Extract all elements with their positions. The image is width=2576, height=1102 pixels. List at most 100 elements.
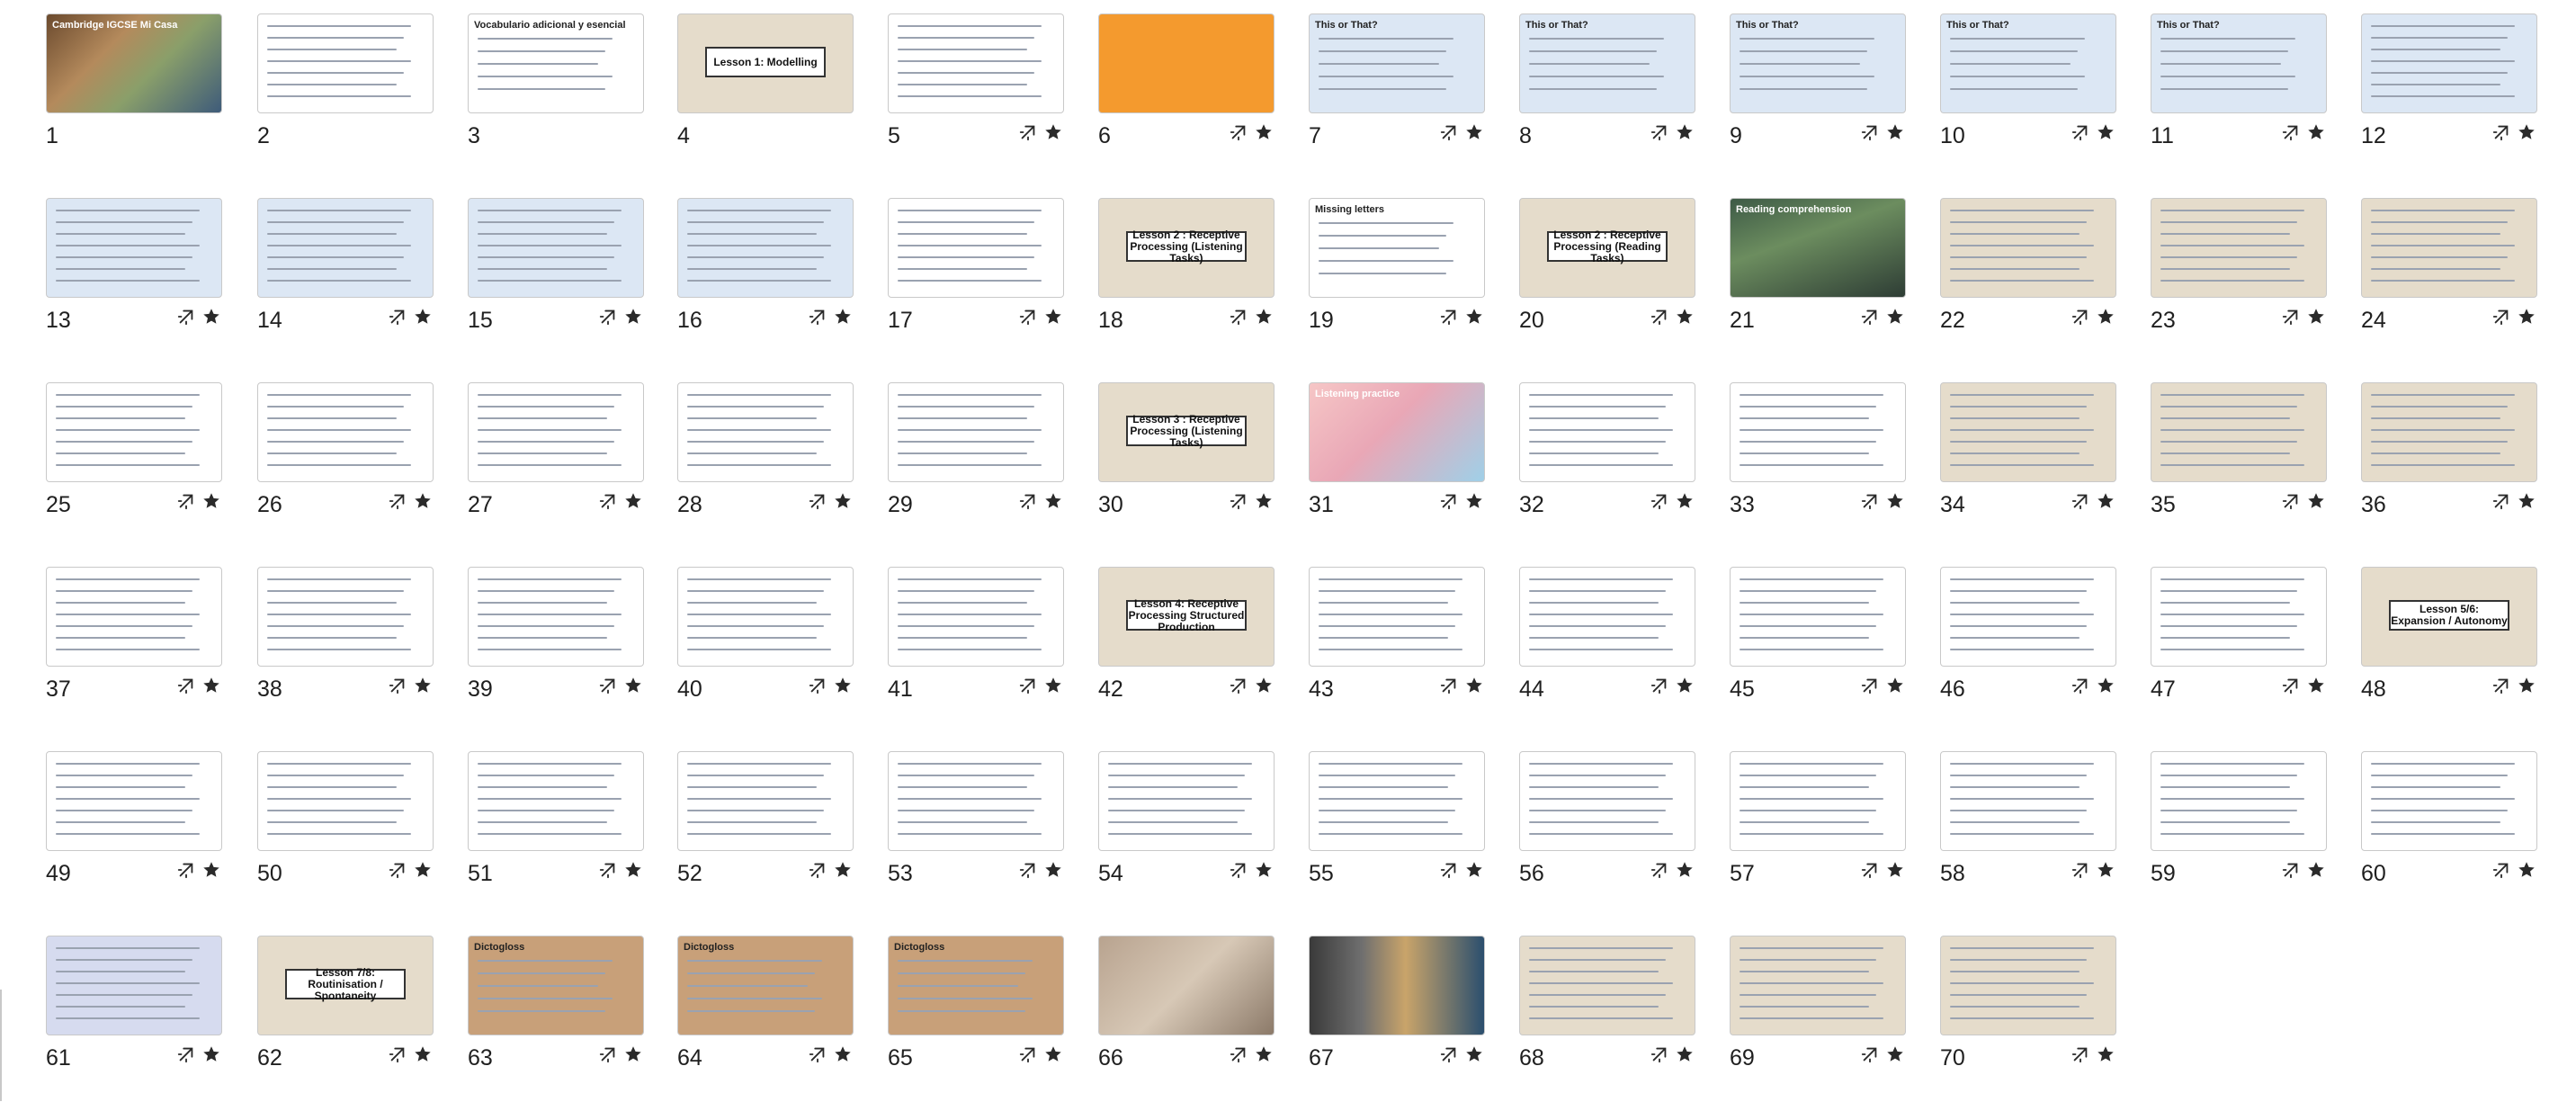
favorite-star-icon[interactable] [2517,122,2536,142]
slide-thumbnail[interactable] [1730,751,1906,851]
transition-icon[interactable] [1860,491,1880,511]
transition-icon[interactable] [2071,860,2090,880]
transition-icon[interactable] [388,307,407,327]
transition-icon[interactable] [2281,491,2301,511]
slide-thumbnail[interactable] [2361,13,2537,113]
transition-icon[interactable] [2281,860,2301,880]
slide-thumbnail[interactable] [2151,567,2327,667]
slide-thumbnail[interactable] [46,382,222,482]
transition-icon[interactable] [1018,860,1038,880]
transition-icon[interactable] [2071,676,2090,695]
transition-icon[interactable] [176,307,196,327]
slide-thumbnail[interactable] [257,13,434,113]
slide-thumbnail[interactable]: Lesson 7/8: Routinisation / Spontaneity [257,936,434,1035]
slide-thumbnail[interactable]: Lesson 2 : Receptive Processing (Reading… [1519,198,1695,298]
transition-icon[interactable] [1439,307,1459,327]
transition-icon[interactable] [2491,307,2511,327]
slide-thumbnail[interactable] [1519,751,1695,851]
transition-icon[interactable] [2491,122,2511,142]
transition-icon[interactable] [1860,1044,1880,1064]
transition-icon[interactable] [2071,122,2090,142]
transition-icon[interactable] [2281,676,2301,695]
transition-icon[interactable] [176,676,196,695]
transition-icon[interactable] [2491,676,2511,695]
slide-thumbnail[interactable] [2151,198,2327,298]
slide-thumbnail[interactable] [677,382,854,482]
slide-thumbnail[interactable] [257,567,434,667]
transition-icon[interactable] [1229,122,1248,142]
slide-thumbnail[interactable] [1940,198,2116,298]
transition-icon[interactable] [2491,491,2511,511]
transition-icon[interactable] [388,860,407,880]
slide-thumbnail[interactable] [1730,936,1906,1035]
transition-icon[interactable] [1439,122,1459,142]
slide-thumbnail[interactable] [677,198,854,298]
slide-thumbnail[interactable] [2361,382,2537,482]
transition-icon[interactable] [1650,676,1669,695]
transition-icon[interactable] [1018,307,1038,327]
slide-thumbnail[interactable]: This or That? [1730,13,1906,113]
transition-icon[interactable] [808,307,827,327]
transition-icon[interactable] [1860,122,1880,142]
slide-thumbnail[interactable] [1730,382,1906,482]
slide-thumbnail[interactable] [1519,567,1695,667]
slide-thumbnail[interactable] [1098,751,1275,851]
slide-thumbnail[interactable] [1098,13,1275,113]
slide-thumbnail[interactable] [1940,382,2116,482]
transition-icon[interactable] [1650,307,1669,327]
transition-icon[interactable] [808,1044,827,1064]
slide-thumbnail[interactable]: Lesson 1: Modelling [677,13,854,113]
slide-thumbnail[interactable] [888,198,1064,298]
slide-thumbnail[interactable] [2151,751,2327,851]
transition-icon[interactable] [808,860,827,880]
slide-thumbnail[interactable]: Vocabulario adicional y esencial [468,13,644,113]
transition-icon[interactable] [176,860,196,880]
slide-thumbnail[interactable]: Lesson 3 : Receptive Processing (Listeni… [1098,382,1275,482]
transition-icon[interactable] [2071,307,2090,327]
transition-icon[interactable] [598,1044,618,1064]
transition-icon[interactable] [1229,676,1248,695]
slide-thumbnail[interactable] [1940,936,2116,1035]
slide-thumbnail[interactable] [468,751,644,851]
slide-thumbnail[interactable] [1098,936,1275,1035]
slide-thumbnail[interactable] [468,382,644,482]
transition-icon[interactable] [808,491,827,511]
slide-thumbnail[interactable] [888,382,1064,482]
slide-thumbnail[interactable] [2361,751,2537,851]
transition-icon[interactable] [1439,860,1459,880]
transition-icon[interactable] [2071,1044,2090,1064]
slide-thumbnail[interactable] [1309,567,1485,667]
favorite-star-icon[interactable] [2096,1044,2115,1064]
transition-icon[interactable] [2281,307,2301,327]
transition-icon[interactable] [388,676,407,695]
slide-thumbnail[interactable] [257,751,434,851]
slide-thumbnail[interactable] [468,198,644,298]
slide-thumbnail[interactable] [257,198,434,298]
transition-icon[interactable] [176,1044,196,1064]
favorite-star-icon[interactable] [2517,676,2536,695]
favorite-star-icon[interactable] [2517,860,2536,880]
slide-thumbnail[interactable] [468,567,644,667]
transition-icon[interactable] [598,307,618,327]
slide-thumbnail[interactable] [1730,567,1906,667]
slide-thumbnail[interactable] [257,382,434,482]
slide-thumbnail[interactable] [1519,936,1695,1035]
slide-thumbnail[interactable] [1519,382,1695,482]
transition-icon[interactable] [808,676,827,695]
slide-thumbnail[interactable]: Cambridge IGCSE Mi Casa [46,13,222,113]
transition-icon[interactable] [1229,1044,1248,1064]
transition-icon[interactable] [388,1044,407,1064]
slide-thumbnail[interactable] [1940,567,2116,667]
transition-icon[interactable] [1650,1044,1669,1064]
slide-thumbnail[interactable] [1309,751,1485,851]
slide-thumbnail[interactable] [46,936,222,1035]
transition-icon[interactable] [2491,860,2511,880]
transition-icon[interactable] [2071,491,2090,511]
transition-icon[interactable] [1229,491,1248,511]
slide-thumbnail[interactable]: Dictogloss [677,936,854,1035]
transition-icon[interactable] [1650,122,1669,142]
slide-thumbnail[interactable]: This or That? [1519,13,1695,113]
slide-thumbnail[interactable] [1940,751,2116,851]
transition-icon[interactable] [1018,122,1038,142]
slide-thumbnail[interactable] [888,751,1064,851]
